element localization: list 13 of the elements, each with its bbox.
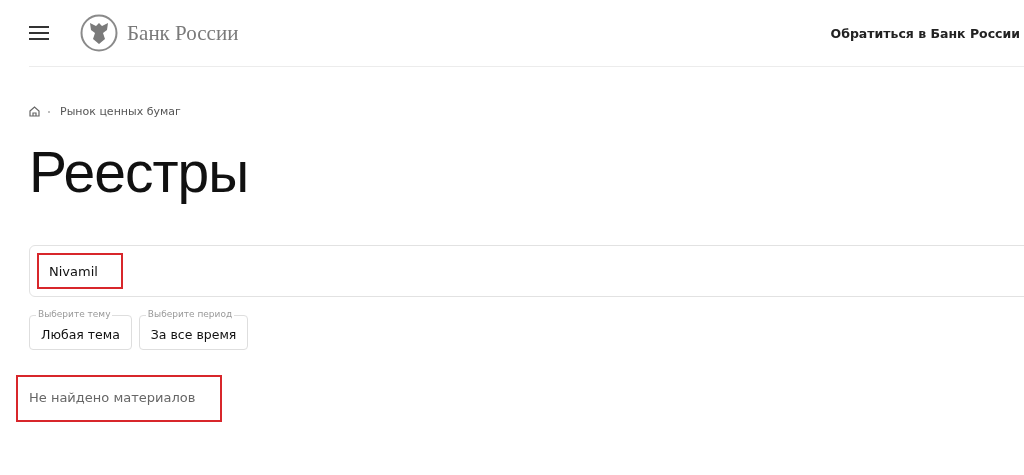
menu-icon[interactable] <box>29 26 49 40</box>
filter-dropdown[interactable]: Выберите тему Любая тема <box>29 308 132 350</box>
brand-name: Банк России <box>127 20 239 46</box>
eagle-emblem-icon[interactable] <box>80 14 118 52</box>
home-icon[interactable] <box>29 106 40 117</box>
dropdown-label: Выберите тему <box>36 309 113 319</box>
empty-message: Не найдено материалов <box>28 389 197 407</box>
dropdown-label: Выберите период <box>145 309 235 319</box>
breadcrumb-link[interactable]: Рынок ценных бумаг <box>60 105 181 118</box>
page-title: Реестры <box>29 140 250 204</box>
contact-link[interactable]: Обратиться в Банк России <box>830 25 1020 41</box>
filter-dropdown[interactable]: Выберите период За все время <box>138 308 249 350</box>
search-input[interactable]: Nivamil <box>39 255 121 287</box>
